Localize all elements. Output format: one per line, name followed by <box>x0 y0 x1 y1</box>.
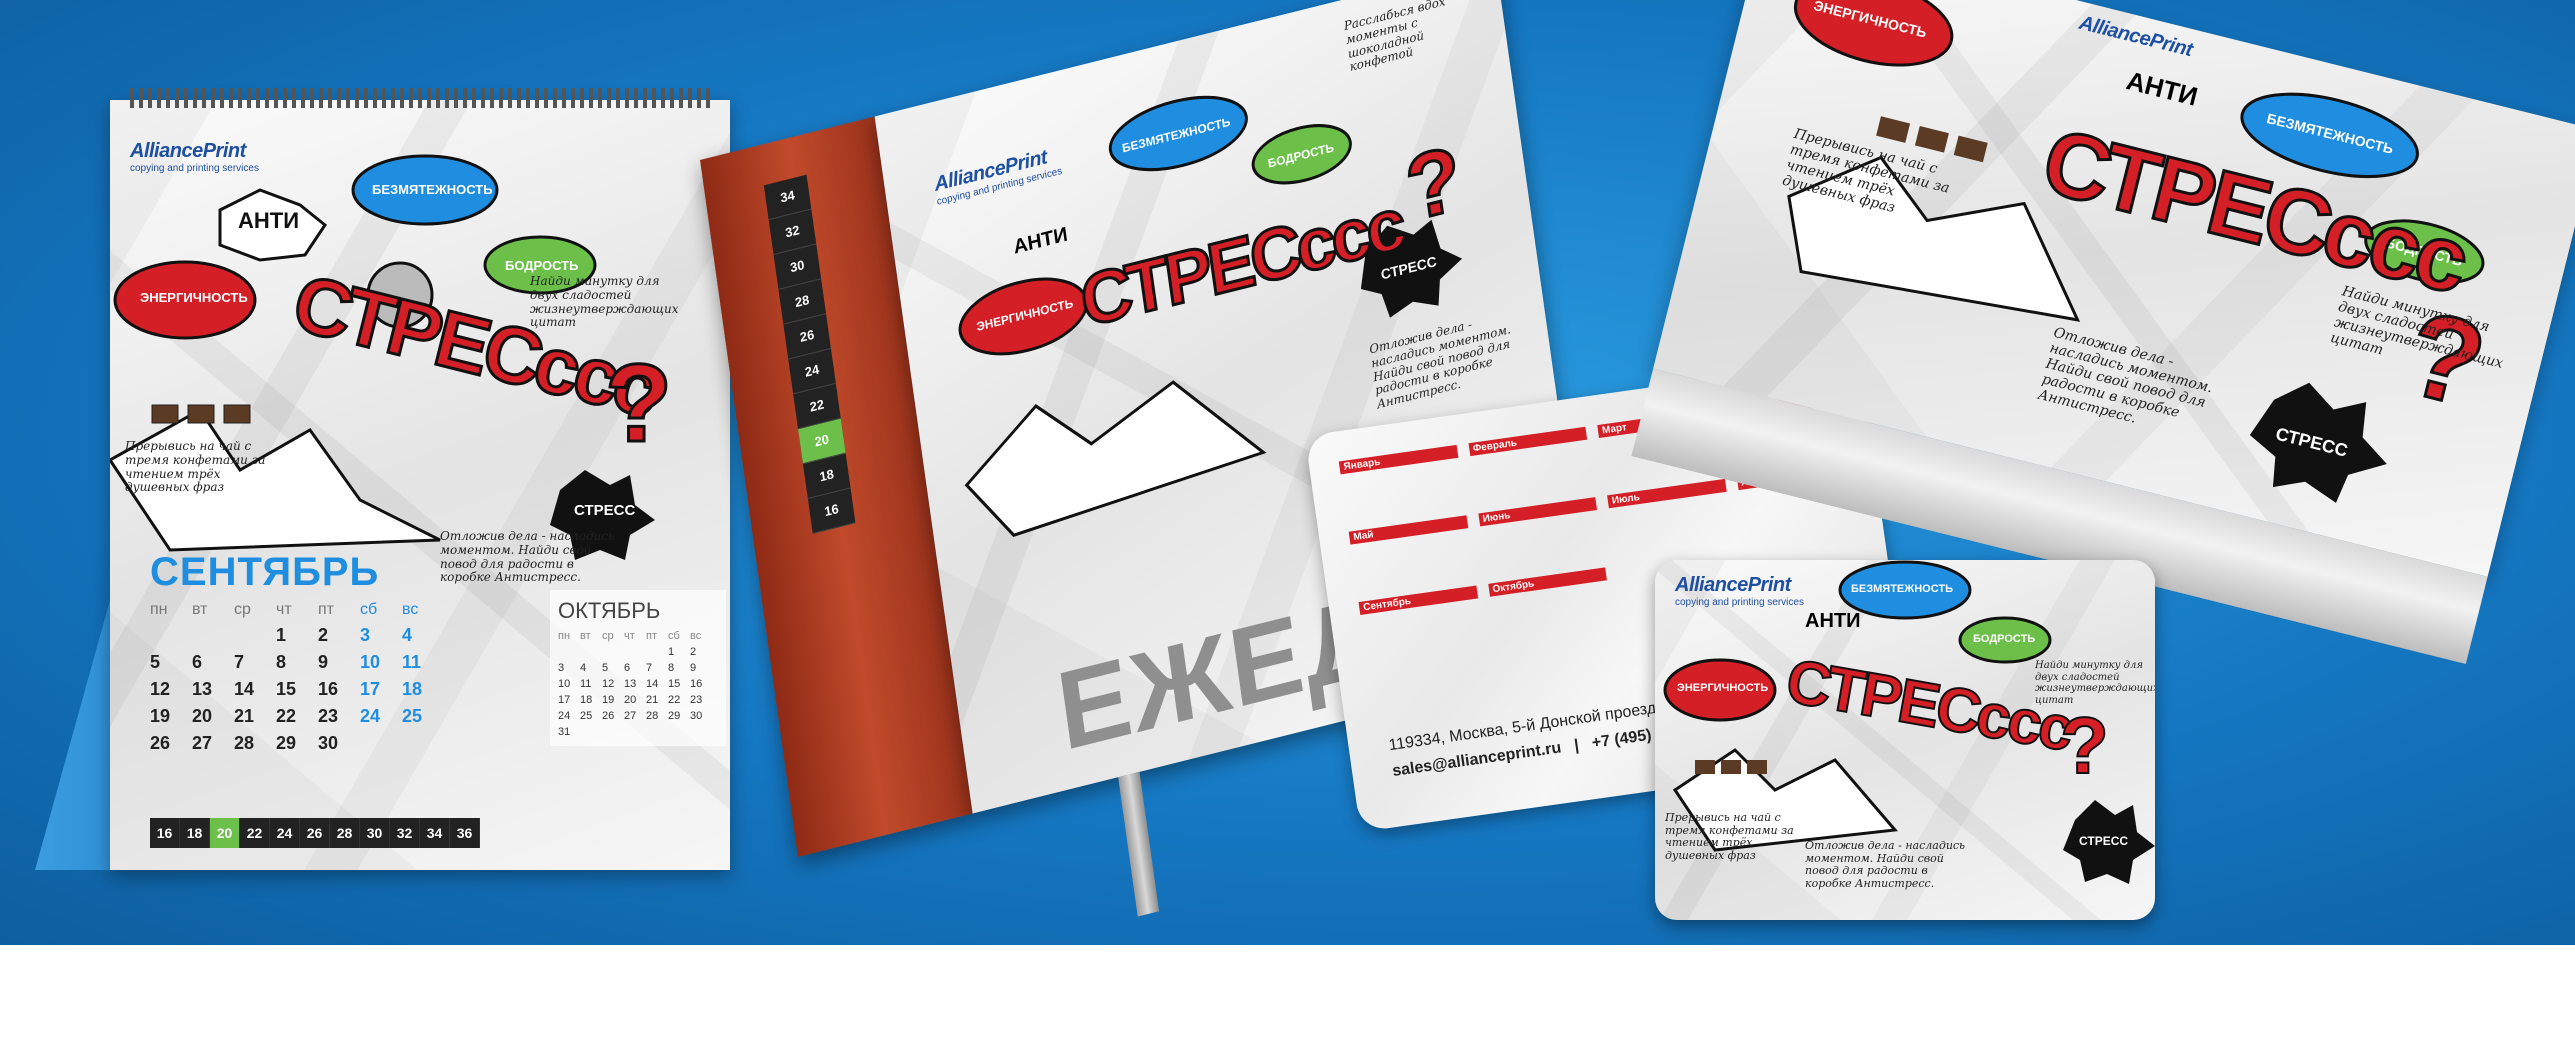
card-vigor-label: БОДРОСТЬ <box>1973 633 2036 645</box>
weekday-label: вс <box>402 601 419 618</box>
day-cell: 20 <box>192 706 213 726</box>
day-cell: 4 <box>402 625 413 645</box>
day-cell: 12 <box>150 679 171 699</box>
next-day-cell: 17 <box>558 694 571 706</box>
card-tea-note: Прерывись на чай с тремя конфетами за чт… <box>1665 811 1794 862</box>
day-cell <box>360 733 402 754</box>
thermo-cell: 28 <box>330 818 360 848</box>
weekday-label: вт <box>192 601 208 618</box>
day-cell <box>234 625 276 646</box>
day-cell: 9 <box>318 652 329 672</box>
thermo-cell: 32 <box>390 818 420 848</box>
energy-label: ЭНЕРГИЧНОСТЬ <box>140 290 248 305</box>
day-cell: 13 <box>192 679 213 699</box>
day-cell: 26 <box>150 733 171 753</box>
day-cell: 16 <box>318 679 339 699</box>
pocket-month: Январь <box>1338 444 1465 524</box>
thermo-cell: 36 <box>450 818 480 848</box>
day-cell: 18 <box>402 679 423 699</box>
day-cell: 11 <box>402 652 422 672</box>
card-energy-label: ЭНЕРГИЧНОСТЬ <box>1677 682 1769 694</box>
day-cell: 10 <box>360 652 381 672</box>
month-title: СЕНТЯБРЬ <box>150 550 380 594</box>
candy-2 <box>187 404 215 424</box>
business-card: AlliancePrint copying and printing servi… <box>1655 560 2155 920</box>
anti-label: АНТИ <box>238 208 300 233</box>
day-cell: 2 <box>318 625 329 645</box>
next-day-cell: 10 <box>558 678 571 690</box>
thermo-cell: 20 <box>210 818 240 848</box>
thermo-cell: 30 <box>360 818 390 848</box>
box-candy-1 <box>1876 116 1911 143</box>
card-stress-burst-label: СТРЕСС <box>2079 834 2129 848</box>
pocket-month: Сентябрь <box>1358 585 1485 665</box>
day-cell <box>192 625 234 646</box>
card-minute-note: Найди минутку для двух сладостей жизнеут… <box>2035 660 2155 706</box>
card-candy-3 <box>1747 760 1767 774</box>
thermo-strip: 16 18 20 22 24 26 28 30 32 34 36 <box>150 818 480 848</box>
day-cell: 29 <box>276 733 297 753</box>
card-candy-1 <box>1695 760 1715 774</box>
day-cell <box>150 625 192 646</box>
day-cell: 15 <box>276 679 297 699</box>
vigor-label: БОДРОСТЬ <box>505 258 579 273</box>
weekday-label: чт <box>276 601 292 618</box>
diary-crack <box>964 380 1267 537</box>
day-cell: 8 <box>276 652 287 672</box>
day-cell: 28 <box>234 733 255 753</box>
month-grid: пн вт ср чт пт сб вс 1 2 3 4 5 6 7 8 9 10 11 12 13 14 15 16 17 1… <box>150 601 444 754</box>
day-cell: 21 <box>234 706 255 726</box>
next-day-cell: 24 <box>558 710 571 722</box>
day-cell: 22 <box>276 706 297 726</box>
weekday-label: ср <box>234 601 251 618</box>
card-anti-label: АНТИ <box>1805 610 1861 632</box>
next-weekday-label: пн <box>558 630 571 642</box>
thermo-cell: 18 <box>180 818 210 848</box>
thermo-cell: 26 <box>300 818 330 848</box>
day-cell: 27 <box>192 733 213 753</box>
card-carefree-label: БЕЗМЯТЕЖНОСТЬ <box>1851 583 1953 595</box>
next-day-cell <box>558 646 580 658</box>
card-candy-2 <box>1721 760 1741 774</box>
day-cell: 17 <box>360 679 381 699</box>
day-cell: 3 <box>360 625 371 645</box>
day-cell: 23 <box>318 706 339 726</box>
carefree-label: БЕЗМЯТЕЖНОСТЬ <box>372 182 493 197</box>
thermo-cell: 24 <box>270 818 300 848</box>
pocket-phone: +7 (495) <box>1590 726 1653 752</box>
day-cell: 24 <box>360 706 381 726</box>
day-cell <box>402 733 444 754</box>
weekday-label: сб <box>360 601 378 618</box>
thermo-cell: 16 <box>150 818 180 848</box>
day-cell: 19 <box>150 706 171 726</box>
next-day-cell: 3 <box>558 662 565 674</box>
card-moment-note: Отложив дела - насладись моментом. Найди… <box>1805 839 1966 890</box>
thermo-cell: 34 <box>420 818 450 848</box>
next-day-cell: 31 <box>558 726 571 738</box>
day-cell: 14 <box>234 679 255 699</box>
september-block: СЕНТЯБРЬ пн вт ср чт пт сб вс 1 2 3 4 5 6 7 8 9 10 11 12 13… <box>150 550 444 754</box>
day-cell: 1 <box>276 625 287 645</box>
weekday-label: пт <box>318 601 334 618</box>
day-cell: 6 <box>192 652 203 672</box>
pocket-month: Май <box>1348 515 1475 594</box>
pocket-month: Июнь <box>1477 497 1604 576</box>
day-cell: 5 <box>150 652 161 672</box>
card-question: ? <box>2059 700 2110 791</box>
candy-3 <box>223 404 251 424</box>
day-cell: 30 <box>318 733 339 753</box>
box-candy-2 <box>1914 125 1949 153</box>
candy-1 <box>151 404 179 424</box>
day-cell: 25 <box>402 706 423 726</box>
pocket-month: Октябрь <box>1487 567 1614 646</box>
weekday-label: пн <box>150 601 168 618</box>
pocket-month: Февраль <box>1468 426 1594 506</box>
bookmark-ribbon <box>1118 771 1160 917</box>
tea-note: Прерывись на чай с тремя конфетами за чт… <box>125 439 266 495</box>
box-candy-3 <box>1953 135 1988 163</box>
thermo-cell: 22 <box>240 818 270 848</box>
day-cell: 7 <box>234 652 245 672</box>
